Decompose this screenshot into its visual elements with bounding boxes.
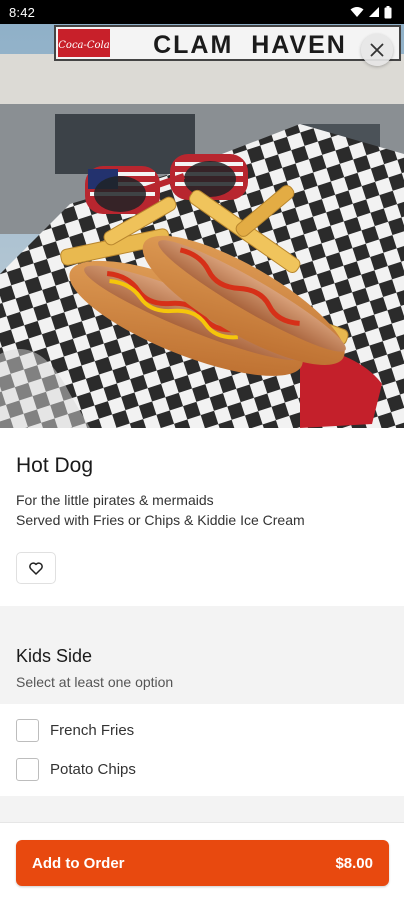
sign-text: CLAM HAVEN: [153, 31, 347, 59]
checkbox[interactable]: [16, 718, 39, 742]
hot-dog-photo: Coca-Cola CLAM HAVEN: [0, 24, 404, 428]
kids-side-header: Kids Side Select at least one option: [0, 634, 404, 704]
section-title: Kids Side: [16, 646, 93, 666]
add-to-order-button[interactable]: Add to Order $8.00: [16, 840, 389, 886]
close-button[interactable]: [361, 34, 393, 66]
price-label: $8.00: [335, 854, 373, 872]
option-potato-chips[interactable]: Potato Chips: [16, 756, 136, 782]
hero-image: Coca-Cola CLAM HAVEN: [0, 24, 404, 428]
option-label: Potato Chips: [50, 760, 136, 778]
item-description: For the little pirates & mermaids Served…: [16, 490, 388, 530]
favorite-button[interactable]: [16, 552, 56, 584]
section-divider: [0, 606, 404, 634]
section-divider: [0, 796, 404, 822]
checkbox[interactable]: [16, 757, 39, 781]
close-icon: [370, 43, 384, 57]
add-to-order-label: Add to Order: [32, 854, 125, 872]
status-icons: [350, 5, 392, 19]
option-label: French Fries: [50, 721, 135, 739]
sign-brand-text: Coca-Cola: [58, 40, 109, 51]
status-time: 8:42: [9, 4, 36, 20]
item-info: Hot Dog For the little pirates & mermaid…: [0, 428, 404, 606]
item-description-line: For the little pirates & mermaids: [16, 492, 214, 508]
footer: Add to Order $8.00: [0, 822, 404, 900]
wifi-icon: [350, 7, 364, 17]
item-description-line: Served with Fries or Chips & Kiddie Ice …: [16, 512, 305, 528]
item-title: Hot Dog: [16, 454, 94, 477]
battery-icon: [384, 5, 392, 18]
kids-side-options: French Fries Potato Chips: [0, 704, 404, 796]
status-bar: 8:42: [0, 0, 404, 24]
section-subtitle: Select at least one option: [16, 674, 174, 690]
heart-icon: [29, 561, 43, 575]
option-french-fries[interactable]: French Fries: [16, 717, 134, 743]
signal-icon: [369, 7, 379, 17]
